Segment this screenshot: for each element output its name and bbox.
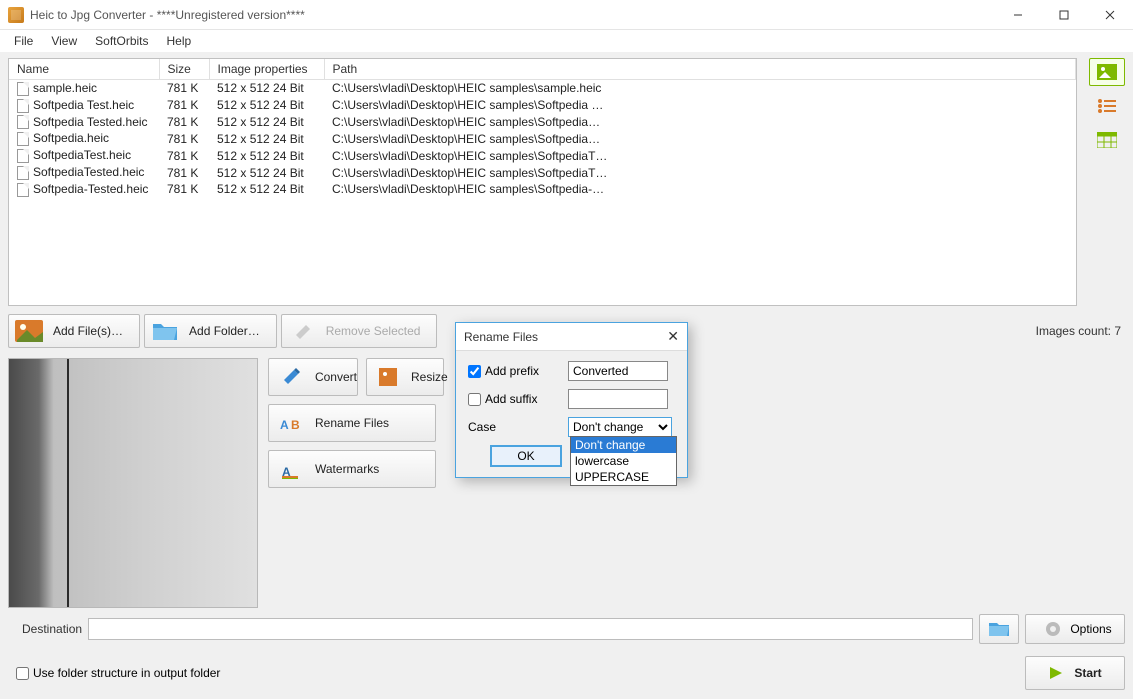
file-icon: [17, 99, 29, 113]
view-list-button[interactable]: [1089, 92, 1125, 120]
gear-icon: [1044, 620, 1062, 638]
col-size[interactable]: Size: [159, 59, 209, 80]
add-prefix-checkbox[interactable]: [468, 365, 481, 378]
view-details-button[interactable]: [1089, 126, 1125, 154]
convert-button[interactable]: Convert: [268, 358, 358, 396]
col-path[interactable]: Path: [324, 59, 1076, 80]
svg-text:B: B: [291, 418, 300, 432]
play-icon: [1048, 665, 1064, 681]
dialog-close-button[interactable]: ✕: [667, 328, 679, 345]
table-row[interactable]: SoftpediaTested.heic781 K512 x 512 24 Bi…: [9, 164, 1076, 181]
start-button[interactable]: Start: [1025, 656, 1125, 690]
destination-input[interactable]: [88, 618, 973, 640]
main-area: Name Size Image properties Path sample.h…: [0, 52, 1133, 610]
menu-file[interactable]: File: [6, 32, 41, 50]
case-option-lowercase[interactable]: lowercase: [571, 453, 676, 469]
table-row[interactable]: Softpedia Tested.heic781 K512 x 512 24 B…: [9, 114, 1076, 131]
window-title: Heic to Jpg Converter - ****Unregistered…: [30, 8, 305, 22]
table-row[interactable]: sample.heic781 K512 x 512 24 BitC:\Users…: [9, 80, 1076, 97]
close-button[interactable]: [1087, 0, 1133, 30]
convert-icon: [279, 365, 303, 389]
resize-button[interactable]: Resize: [366, 358, 444, 396]
col-name[interactable]: Name: [9, 59, 159, 80]
menu-help[interactable]: Help: [159, 32, 200, 50]
image-icon: [13, 318, 45, 344]
options-button[interactable]: Options: [1025, 614, 1125, 644]
table-row[interactable]: Softpedia Test.heic781 K512 x 512 24 Bit…: [9, 97, 1076, 114]
rename-files-button[interactable]: AB Rename Files: [268, 404, 436, 442]
watermarks-button[interactable]: A Watermarks: [268, 450, 436, 488]
file-icon: [17, 82, 29, 96]
ok-button[interactable]: OK: [490, 445, 562, 467]
titlebar: Heic to Jpg Converter - ****Unregistered…: [0, 0, 1133, 30]
case-dropdown-list[interactable]: Don't change lowercase UPPERCASE: [570, 436, 677, 486]
dialog-title: Rename Files: [464, 330, 538, 344]
minimize-button[interactable]: [995, 0, 1041, 30]
file-icon: [17, 149, 29, 163]
eraser-icon: [286, 318, 318, 344]
add-suffix-checkbox[interactable]: [468, 393, 481, 406]
maximize-button[interactable]: [1041, 0, 1087, 30]
resize-icon: [377, 365, 399, 389]
remove-selected-button[interactable]: Remove Selected: [281, 314, 438, 348]
table-row[interactable]: Softpedia.heic781 K512 x 512 24 BitC:\Us…: [9, 130, 1076, 147]
bottom-bar: Use folder structure in output folder St…: [0, 647, 1133, 699]
table-row[interactable]: SoftpediaTest.heic781 K512 x 512 24 BitC…: [9, 147, 1076, 164]
col-props[interactable]: Image properties: [209, 59, 324, 80]
file-icon: [17, 115, 29, 129]
add-folder-button[interactable]: Add Folder…: [144, 314, 277, 348]
suffix-input[interactable]: [568, 389, 668, 409]
table-row[interactable]: Softpedia-Tested.heic781 K512 x 512 24 B…: [9, 181, 1076, 198]
view-thumbnails-button[interactable]: [1089, 58, 1125, 86]
images-count: Images count: 7: [1036, 324, 1125, 338]
file-icon: [17, 132, 29, 146]
case-option-dont-change[interactable]: Don't change: [571, 437, 676, 453]
use-folder-structure-checkbox[interactable]: Use folder structure in output folder: [16, 666, 220, 680]
prefix-input[interactable]: [568, 361, 668, 381]
preview-pane: [8, 358, 258, 608]
case-select[interactable]: Don't change: [568, 417, 672, 437]
menu-view[interactable]: View: [43, 32, 85, 50]
folder-icon: [149, 318, 181, 344]
add-files-button[interactable]: Add File(s)…: [8, 314, 140, 348]
browse-destination-button[interactable]: [979, 614, 1019, 644]
menubar: File View SoftOrbits Help: [0, 30, 1133, 52]
file-icon: [17, 183, 29, 197]
destination-label: Destination: [22, 622, 82, 636]
file-icon: [17, 166, 29, 180]
destination-row: Destination Options: [0, 610, 1133, 647]
rename-icon: AB: [279, 411, 303, 435]
case-option-uppercase[interactable]: UPPERCASE: [571, 469, 676, 485]
watermark-icon: A: [279, 457, 303, 481]
menu-softorbits[interactable]: SoftOrbits: [87, 32, 156, 50]
file-list[interactable]: Name Size Image properties Path sample.h…: [8, 58, 1077, 306]
svg-text:A: A: [280, 418, 289, 432]
case-label: Case: [468, 420, 496, 434]
app-icon: [8, 7, 24, 23]
